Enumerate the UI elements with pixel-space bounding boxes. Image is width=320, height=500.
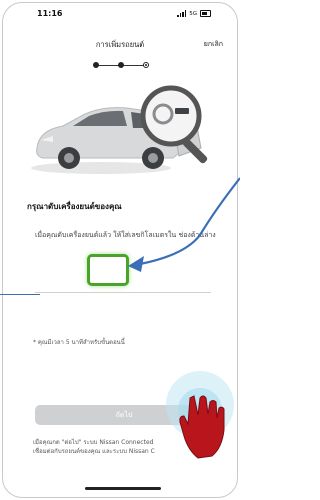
network-label: 5G [189,10,197,17]
battery-icon [200,10,211,17]
page-title: การเพิ่มรถยนต์ [95,40,145,49]
instruction-title: กรุณาดับเครื่องยนต์ของคุณ [27,202,122,211]
footer-line-2: เชื่อมต่อกับรถยนต์ของคุณ และระบบ Nissan … [33,448,155,455]
status-indicators: 5G [177,10,211,17]
step-connector [123,65,145,66]
instruction-body: เมื่อคุณดับเครื่องยนต์แล้ว ให้ใส่เลขกิโล… [35,231,216,239]
status-bar: 11:16 5G [3,3,237,25]
input-underline [35,292,211,293]
cancel-button[interactable]: ยกเลิก [204,39,223,50]
home-indicator [85,487,161,490]
car-odometer-illustration [31,85,208,174]
footer-disclaimer: เมื่อคุณกด "ต่อไป" ระบบ Nissan Connected… [33,438,237,456]
odometer-input[interactable] [87,254,129,286]
step-indicator [93,61,149,71]
status-time: 11:16 [37,9,63,18]
time-limit-note: * คุณมีเวลา 5 นาทีสำหรับขั้นตอนนี้ [33,339,125,346]
phone-screen: 11:16 5G การเพิ่มรถยนต์ ยกเลิก กรุณาดับเ… [2,2,238,498]
signal-icon [177,10,187,17]
footer-line-1: เมื่อคุณกด "ต่อไป" ระบบ Nissan Connected [33,439,154,446]
step-3-dot-current [143,62,149,68]
step-connector [98,65,120,66]
step-2-dot [118,62,124,68]
step-1-dot [93,62,99,68]
annotation-line [0,294,40,295]
next-button[interactable]: ถัดไป [35,405,213,425]
